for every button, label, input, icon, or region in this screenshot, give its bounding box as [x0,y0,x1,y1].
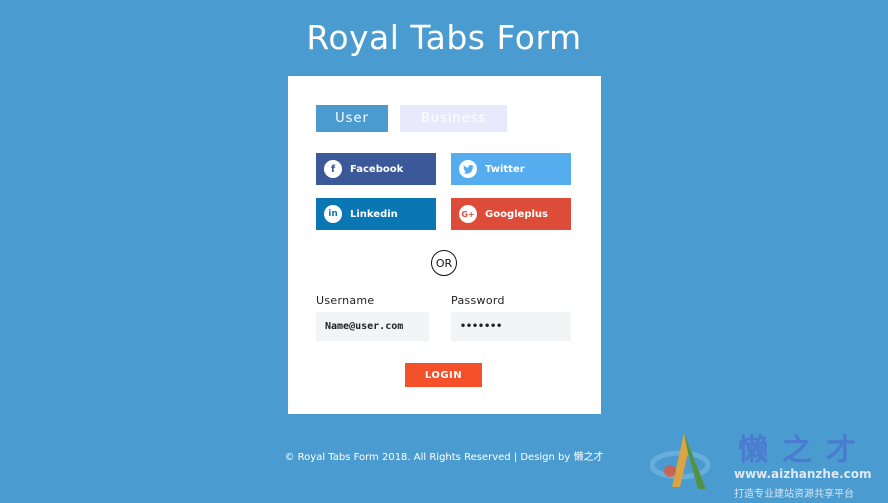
form-card: User Business f Facebook Twitter in Link… [288,76,601,414]
watermark-subtitle: 打造专业建站资源共享平台 [734,489,854,500]
watermark-url: www.aizhanzhe.com [734,467,872,481]
twitter-icon [459,160,477,178]
twitter-label: Twitter [485,163,525,175]
designer-link[interactable]: 懒之才 [574,452,604,463]
googleplus-button[interactable]: G+ Googleplus [451,198,571,230]
linkedin-icon: in [324,205,342,223]
twitter-button[interactable]: Twitter [451,153,571,185]
footer-text: © Royal Tabs Form 2018. All Rights Reser… [284,452,571,463]
tab-business[interactable]: Business [400,105,507,132]
linkedin-button[interactable]: in Linkedin [316,198,436,230]
watermark: 懒之才 www.aizhanzhe.com 打造专业建站资源共享平台 [650,425,888,503]
facebook-label: Facebook [350,163,404,175]
password-input[interactable] [451,312,571,341]
facebook-icon: f [324,160,342,178]
password-label: Password [451,294,505,307]
linkedin-label: Linkedin [350,208,398,220]
or-divider: OR [431,250,457,276]
googleplus-icon: G+ [459,205,477,223]
watermark-title: 懒之才 [738,433,870,468]
tab-user[interactable]: User [316,105,388,132]
login-button[interactable]: LOGIN [405,363,482,387]
username-label: Username [316,294,375,307]
page-title: Royal Tabs Form [306,18,582,57]
googleplus-label: Googleplus [485,208,548,220]
watermark-logo-icon [650,433,711,489]
facebook-button[interactable]: f Facebook [316,153,436,185]
username-input[interactable] [316,312,429,341]
